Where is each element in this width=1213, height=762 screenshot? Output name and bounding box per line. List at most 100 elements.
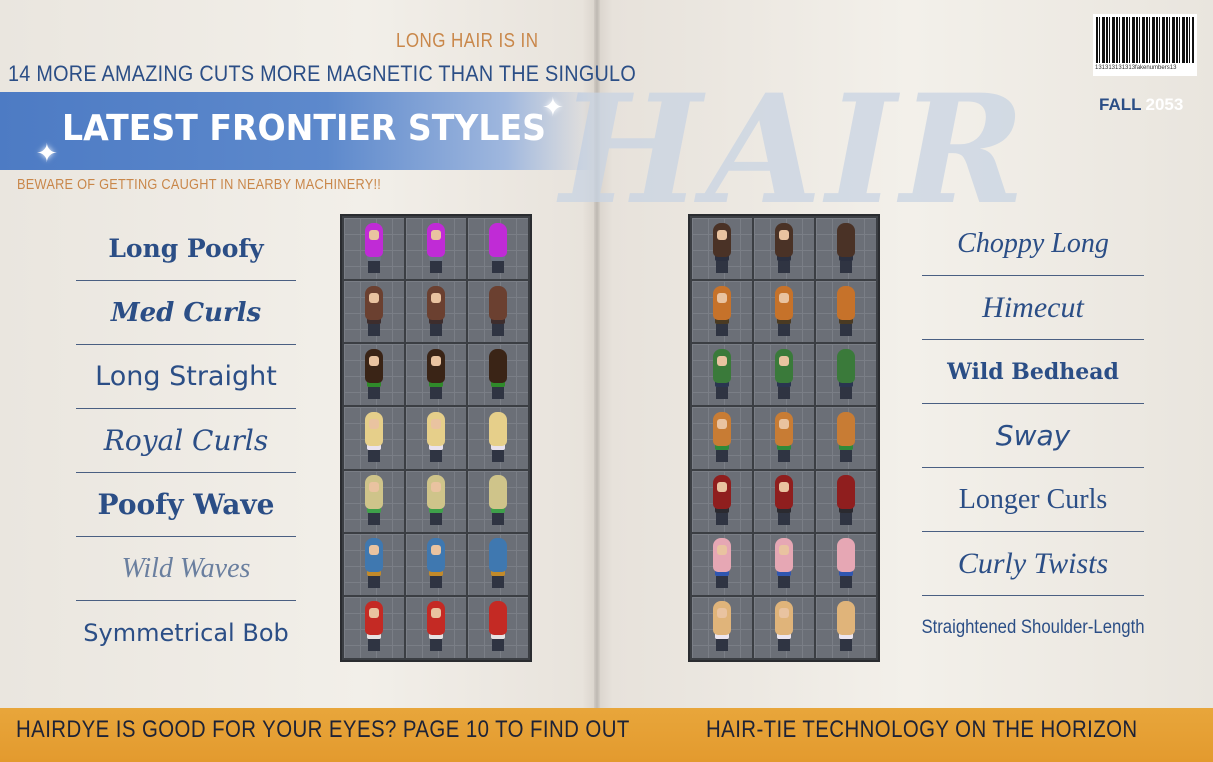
sprite-hair — [365, 411, 383, 446]
sprite-cell — [344, 407, 404, 469]
style-name: Symmetrical Bob — [83, 618, 289, 647]
character-sprite-back — [835, 285, 857, 338]
sprite-face — [779, 355, 789, 366]
sprite-cell — [468, 470, 528, 532]
sprite-cell — [692, 407, 752, 469]
sprite-face — [431, 608, 441, 619]
style-name: Longer Curls — [922, 468, 1144, 532]
sprite-cell — [344, 596, 404, 658]
character-sprite-front — [711, 222, 733, 275]
sprite-legs — [368, 449, 380, 462]
sprite-hair — [427, 538, 445, 573]
character-sprite-side — [425, 411, 447, 464]
sprite-hair — [489, 411, 507, 446]
sprite-cell — [754, 218, 814, 280]
issue-year: 2053 — [1145, 95, 1184, 114]
sprite-face — [369, 229, 379, 240]
sprite-legs — [840, 323, 852, 336]
sprite-cell — [344, 533, 404, 595]
sprite-hair — [713, 475, 731, 510]
style-name: Royal Curls — [76, 409, 296, 473]
sprite-cell — [754, 344, 814, 406]
style-name: Wild Bedhead — [922, 340, 1144, 404]
sprite-hair — [775, 285, 793, 320]
sprite-cell — [754, 407, 814, 469]
sprite-cell — [406, 281, 466, 343]
sprite-hair — [713, 411, 731, 446]
sprite-face — [779, 608, 789, 619]
character-sprite-front — [363, 285, 385, 338]
style-name: Himecut — [922, 276, 1144, 340]
sprite-hair — [427, 348, 445, 383]
sprite-legs — [840, 449, 852, 462]
sprite-hair — [427, 222, 445, 257]
sprite-legs — [368, 323, 380, 336]
sprite-hair — [489, 601, 507, 636]
sprite-hair — [489, 285, 507, 320]
sprite-face — [431, 418, 441, 429]
character-sprite-front — [711, 285, 733, 338]
character-sprite-back — [835, 222, 857, 275]
sprite-cell — [754, 596, 814, 658]
sprite-legs — [778, 576, 790, 589]
left-style-list: Long Poofy Med Curls Long Straight Royal… — [76, 217, 296, 664]
left-sprite-grid — [340, 214, 532, 662]
sprite-legs — [716, 639, 728, 652]
character-sprite-front — [711, 411, 733, 464]
sprite-legs — [492, 576, 504, 589]
sprite-hair — [427, 285, 445, 320]
character-sprite-back — [835, 601, 857, 653]
right-sprite-grid — [688, 214, 880, 662]
sprite-cell — [468, 218, 528, 280]
character-sprite-front — [711, 538, 733, 590]
sprite-hair — [837, 538, 855, 573]
sprite-face — [779, 418, 789, 429]
character-sprite-side — [773, 348, 795, 401]
sprite-hair — [427, 601, 445, 636]
barcode-number: 131313131313fakenumbers13 — [1095, 65, 1177, 71]
sprite-cell — [468, 407, 528, 469]
character-sprite-side — [425, 222, 447, 275]
sprite-cell — [406, 407, 466, 469]
sprite-legs — [840, 639, 852, 652]
sprite-face — [369, 545, 379, 556]
character-sprite-back — [487, 411, 509, 464]
character-sprite-back — [487, 222, 509, 275]
banner-title: LATEST FRONTIER STYLES — [62, 108, 546, 149]
character-sprite-front — [363, 222, 385, 275]
sprite-hair — [837, 475, 855, 510]
character-sprite-side — [425, 348, 447, 401]
sprite-hair — [837, 222, 855, 257]
footer-right-text: HAIR-TIE TECHNOLOGY ON THE HORIZON — [706, 716, 1138, 743]
sprite-legs — [840, 260, 852, 273]
sprite-legs — [778, 323, 790, 336]
sprite-face — [779, 229, 789, 240]
sprite-cell — [468, 533, 528, 595]
sprite-cell — [406, 218, 466, 280]
sprite-cell — [344, 470, 404, 532]
sprite-face — [779, 482, 789, 493]
sprite-cell — [344, 344, 404, 406]
sprite-cell — [692, 596, 752, 658]
sprite-face — [717, 482, 727, 493]
sprite-hair — [489, 348, 507, 383]
sprite-legs — [430, 576, 442, 589]
sprite-hair — [489, 538, 507, 573]
character-sprite-front — [363, 475, 385, 527]
sprite-hair — [713, 348, 731, 383]
sprite-face — [431, 355, 441, 366]
character-sprite-side — [773, 538, 795, 590]
character-sprite-front — [363, 348, 385, 401]
sprite-cell — [406, 344, 466, 406]
sprite-face — [717, 355, 727, 366]
sprite-legs — [492, 323, 504, 336]
sprite-legs — [716, 449, 728, 462]
style-name: Choppy Long — [922, 212, 1144, 276]
sprite-hair — [713, 222, 731, 257]
sprite-legs — [716, 513, 728, 526]
style-name: Long Poofy — [76, 217, 296, 281]
sprite-legs — [840, 576, 852, 589]
character-sprite-side — [773, 411, 795, 464]
sprite-face — [431, 482, 441, 493]
sprite-face — [369, 292, 379, 303]
